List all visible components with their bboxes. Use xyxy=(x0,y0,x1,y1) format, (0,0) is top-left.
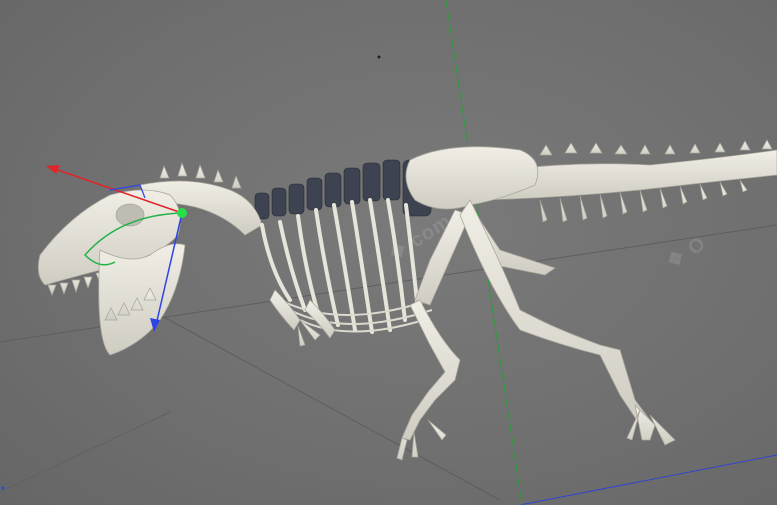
dorsal-vertebrae xyxy=(254,159,432,220)
gizmo-center-handle[interactable] xyxy=(177,208,187,218)
hind-leg-right xyxy=(459,199,676,446)
t-rex-skeleton-icon[interactable] xyxy=(0,0,777,505)
scene-dot-2 xyxy=(1,486,5,490)
3d-viewport[interactable]: ❖ KULLE ❖ com ❖ O xyxy=(0,0,777,505)
gizmo-x-arrowhead[interactable] xyxy=(46,165,60,174)
scene-dot xyxy=(377,55,381,59)
